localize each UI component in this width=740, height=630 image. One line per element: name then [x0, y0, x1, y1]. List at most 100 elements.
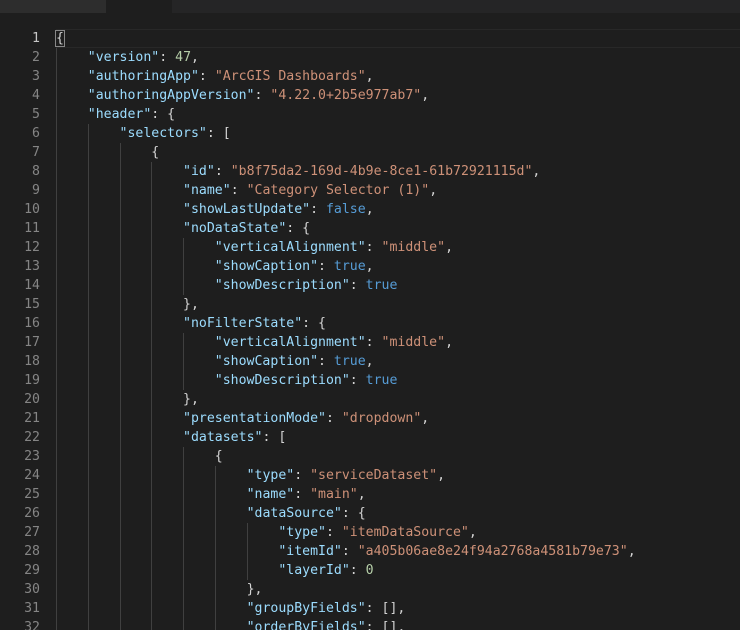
json-key: "header" — [87, 107, 152, 122]
line-number: 12 — [24, 240, 40, 255]
code-line[interactable]: "presentationMode": "dropdown", — [56, 409, 740, 428]
code-line[interactable]: "showCaption": true, — [56, 352, 740, 371]
code-line[interactable]: "showCaption": true, — [56, 257, 740, 276]
code-editor[interactable]: 1 2 3 4 5 6 7 8 9 10 11 12 13 14 15 16 17 18 19 20 21 22 23 24 2… — [0, 0, 740, 630]
line-number: 5 — [32, 107, 40, 122]
code-line[interactable]: "noFilterState": { — [56, 314, 740, 333]
line-number: 25 — [24, 487, 40, 502]
editor-tab-active[interactable] — [106, 0, 172, 13]
code-line[interactable]: "version": 47, — [56, 48, 740, 67]
code-line[interactable]: "groupByFields": [], — [56, 599, 740, 618]
code-area[interactable]: { "version": 47, "authoringApp": "ArcGIS… — [55, 29, 740, 630]
code-line[interactable]: }, — [56, 580, 740, 599]
line-number: 13 — [24, 259, 40, 274]
json-punctuation: , — [191, 50, 199, 65]
code-line[interactable]: }, — [56, 390, 740, 409]
code-line[interactable]: "type": "serviceDataset", — [56, 466, 740, 485]
line-number: 10 — [24, 202, 40, 217]
code-line[interactable]: "showDescription": true — [56, 276, 740, 295]
code-line[interactable]: "name": "main", — [56, 485, 740, 504]
json-string: "4.22.0+2b5e977ab7" — [270, 88, 422, 103]
code-line[interactable]: "layerId": 0 — [56, 561, 740, 580]
code-line[interactable]: "showDescription": true — [56, 371, 740, 390]
json-punctuation: : — [318, 354, 334, 369]
json-boolean: true — [333, 354, 366, 369]
code-line[interactable]: "header": { — [56, 105, 740, 124]
json-key: "noDataState" — [183, 221, 287, 236]
json-punctuation: { — [214, 449, 223, 464]
code-line[interactable]: "id": "b8f75da2-169d-4b9e-8ce1-61b729211… — [56, 162, 740, 181]
editor-tab[interactable] — [0, 0, 106, 13]
code-line[interactable]: "itemId": "a405b06ae8e24f94a2768a4581b79… — [56, 542, 740, 561]
line-number: 8 — [32, 164, 40, 179]
line-number: 3 — [32, 69, 40, 84]
json-key: "authoringAppVersion" — [87, 88, 255, 103]
json-string: "itemDataSource" — [341, 525, 469, 540]
json-number: 0 — [365, 563, 374, 578]
json-punctuation: , — [627, 544, 636, 559]
line-number: 1 — [32, 31, 40, 46]
code-line[interactable]: "dataSource": { — [56, 504, 740, 523]
code-line[interactable]: { — [55, 29, 740, 48]
code-line[interactable]: "datasets": [ — [56, 428, 740, 447]
json-key: "type" — [246, 468, 295, 483]
line-number: 28 — [24, 544, 40, 559]
json-string: "middle" — [381, 335, 446, 350]
json-punctuation: : — [325, 525, 342, 540]
code-line[interactable]: "orderByFields": [], — [56, 618, 740, 630]
line-number: 16 — [24, 316, 40, 331]
json-punctuation: }, — [246, 582, 263, 597]
json-punctuation: : { — [286, 221, 311, 236]
code-line[interactable]: { — [56, 143, 740, 162]
json-key: "verticalAlignment" — [214, 240, 366, 255]
json-punctuation: , — [437, 468, 446, 483]
code-line[interactable]: "name": "Category Selector (1)", — [56, 181, 740, 200]
code-line[interactable]: "selectors": [ — [56, 124, 740, 143]
json-key: "selectors" — [119, 126, 207, 141]
json-key: "id" — [183, 164, 215, 179]
code-line[interactable]: "authoringAppVersion": "4.22.0+2b5e977ab… — [56, 86, 740, 105]
json-key: "layerId" — [278, 563, 350, 578]
matched-bracket: { — [55, 30, 65, 47]
json-punctuation: : [ — [262, 430, 287, 445]
code-line[interactable]: "type": "itemDataSource", — [56, 523, 740, 542]
json-key: "version" — [87, 50, 160, 65]
json-string: "ArcGIS Dashboards" — [214, 69, 366, 84]
line-number: 2 — [32, 50, 40, 65]
json-key: "dataSource" — [246, 506, 342, 521]
json-punctuation: : — [310, 202, 326, 217]
json-punctuation: , — [468, 525, 477, 540]
json-punctuation: : — [159, 50, 176, 65]
json-key: "showLastUpdate" — [183, 202, 311, 217]
code-line[interactable]: "noDataState": { — [56, 219, 740, 238]
line-number: 9 — [32, 183, 40, 198]
code-line[interactable]: { — [56, 447, 740, 466]
code-line[interactable]: "authoringApp": "ArcGIS Dashboards", — [56, 67, 740, 86]
json-punctuation: : — [325, 411, 342, 426]
json-string: "serviceDataset" — [310, 468, 438, 483]
code-line[interactable]: "verticalAlignment": "middle", — [56, 333, 740, 352]
json-punctuation: : — [230, 183, 247, 198]
json-key: "showCaption" — [214, 259, 319, 274]
json-punctuation: : [ — [206, 126, 231, 141]
json-punctuation: , — [365, 259, 374, 274]
json-key: "showDescription" — [214, 278, 350, 293]
code-line[interactable]: "showLastUpdate": false, — [56, 200, 740, 219]
code-line[interactable]: }, — [56, 295, 740, 314]
vertical-scrollbar[interactable] — [730, 29, 740, 630]
json-punctuation: : — [214, 164, 231, 179]
json-key: "noFilterState" — [183, 316, 303, 331]
json-punctuation: : — [198, 69, 215, 84]
code-line[interactable]: "verticalAlignment": "middle", — [56, 238, 740, 257]
json-punctuation: : — [365, 335, 382, 350]
json-key: "datasets" — [183, 430, 263, 445]
json-punctuation: , — [357, 487, 366, 502]
